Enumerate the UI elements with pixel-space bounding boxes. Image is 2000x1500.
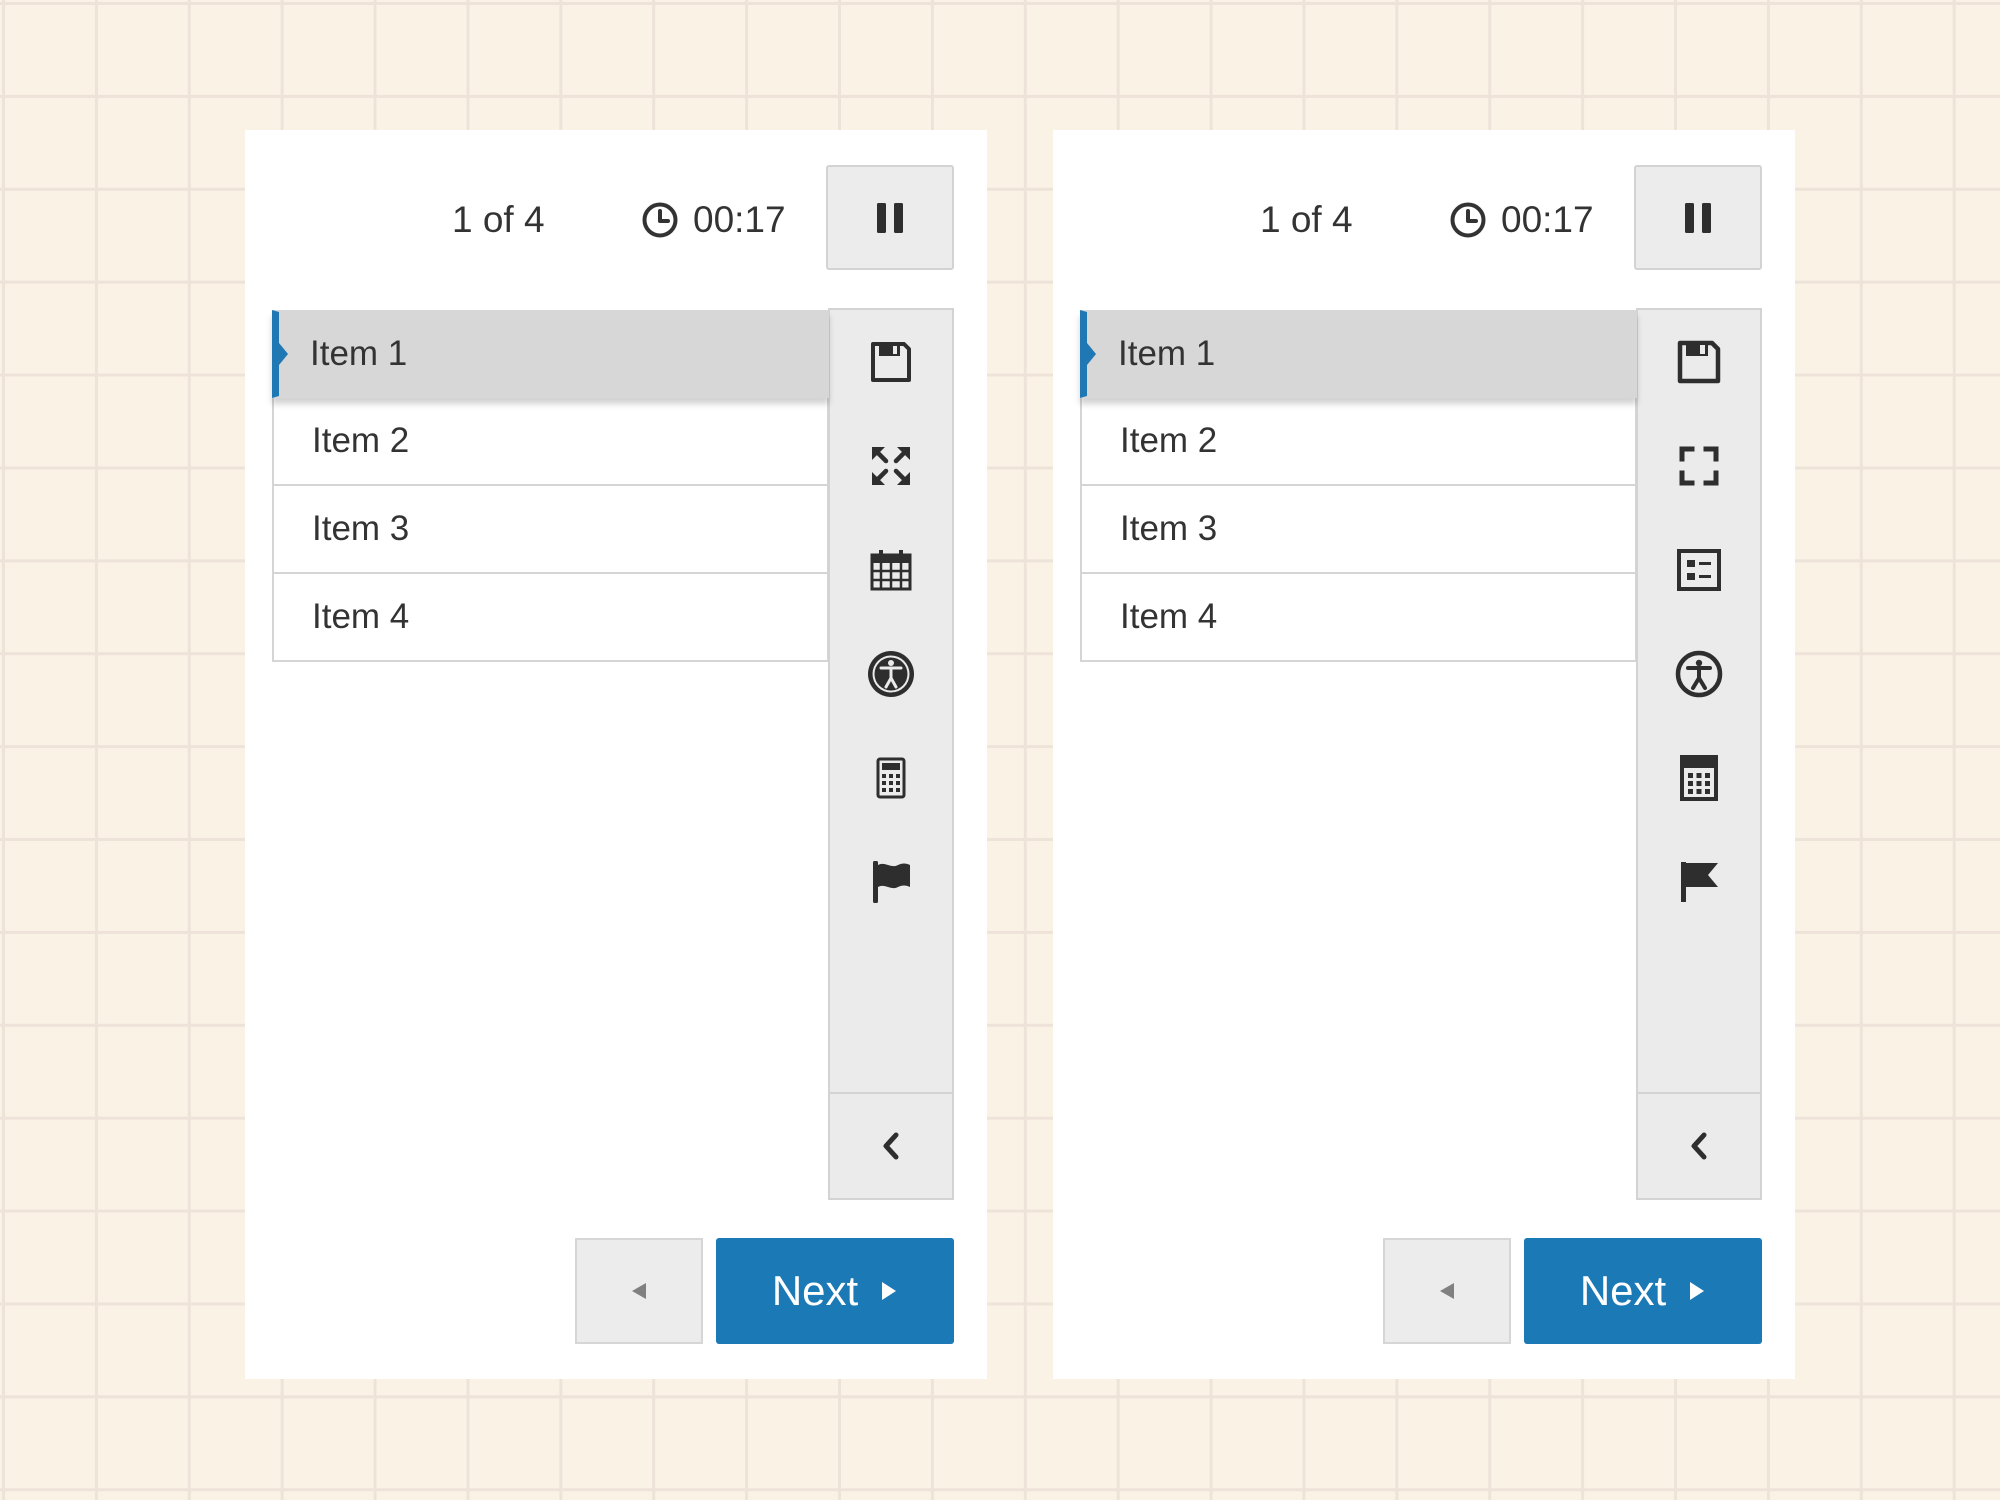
item-list: Item 1 Item 2 Item 3 Item 4 <box>1080 310 1637 662</box>
list-item-label: Item 1 <box>1118 334 1216 373</box>
timer: 00:17 <box>1449 198 1594 242</box>
tool-bar <box>828 308 954 1200</box>
clock-icon <box>642 202 678 238</box>
chevron-left-icon <box>1691 1132 1707 1160</box>
list-item-label: Item 3 <box>1120 509 1218 548</box>
flag-button[interactable] <box>1638 830 1760 934</box>
calculator-icon <box>876 757 906 799</box>
triangle-right-icon <box>882 1282 897 1300</box>
active-caret-icon <box>1087 343 1096 365</box>
triangle-left-icon <box>1440 1283 1454 1299</box>
fullscreen-icon <box>1679 446 1719 486</box>
list-item-1[interactable]: Item 1 <box>1080 310 1637 398</box>
next-button-label: Next <box>771 1267 859 1314</box>
accessibility-button[interactable] <box>1638 622 1760 726</box>
list-item-label: Item 4 <box>312 597 410 636</box>
flag-icon <box>1681 862 1718 902</box>
collapse-toolbar-button[interactable] <box>1638 1092 1760 1198</box>
question-position: 1 of 4 <box>1260 199 1353 240</box>
flag-button[interactable] <box>830 830 952 934</box>
clock-icon <box>1450 202 1486 238</box>
pause-button[interactable] <box>826 165 954 270</box>
list-item-label: Item 1 <box>310 334 408 373</box>
question-position: 1 of 4 <box>452 199 545 240</box>
accessibility-icon <box>868 651 914 697</box>
chevron-left-icon <box>883 1132 899 1160</box>
timer-value: 00:17 <box>1501 199 1594 240</box>
list-item-3[interactable]: Item 3 <box>1080 486 1637 574</box>
timer-value: 00:17 <box>693 199 786 240</box>
assessment-panel-right: 1 of 4 00:17 Item 1 Item 2 Item 3 Item 4 <box>1053 130 1795 1379</box>
active-caret-icon <box>279 343 288 365</box>
calculator-button[interactable] <box>1638 726 1760 830</box>
save-button[interactable] <box>830 310 952 414</box>
triangle-right-icon <box>1690 1282 1705 1300</box>
previous-button[interactable] <box>575 1238 703 1344</box>
list-item-4[interactable]: Item 4 <box>272 574 829 662</box>
flag-icon <box>873 861 910 903</box>
accessibility-button[interactable] <box>830 622 952 726</box>
expand-button[interactable] <box>830 414 952 518</box>
fullscreen-button[interactable] <box>1638 414 1760 518</box>
list-item-label: Item 2 <box>312 421 410 460</box>
timer: 00:17 <box>641 198 786 242</box>
tool-bar <box>1636 308 1762 1200</box>
item-list: Item 1 Item 2 Item 3 Item 4 <box>272 310 829 662</box>
next-button[interactable]: Next <box>716 1238 954 1344</box>
save-button[interactable] <box>1638 310 1760 414</box>
next-button[interactable]: Next <box>1524 1238 1762 1344</box>
accessibility-icon <box>1675 650 1723 698</box>
assessment-panel-left: 1 of 4 00:17 Item 1 Item 2 Item 3 Item 4 <box>245 130 987 1379</box>
checklist-icon <box>1677 549 1721 591</box>
collapse-toolbar-button[interactable] <box>830 1092 952 1198</box>
list-item-1[interactable]: Item 1 <box>272 310 829 398</box>
expand-arrows-icon <box>872 447 910 485</box>
pause-icon <box>877 202 903 233</box>
pause-button[interactable] <box>1634 165 1762 270</box>
list-item-label: Item 2 <box>1120 421 1218 460</box>
list-item-2[interactable]: Item 2 <box>272 398 829 486</box>
pause-icon <box>1685 202 1711 233</box>
calendar-button[interactable] <box>830 518 952 622</box>
list-item-label: Item 3 <box>312 509 410 548</box>
previous-button[interactable] <box>1383 1238 1511 1344</box>
triangle-left-icon <box>632 1283 646 1299</box>
checklist-button[interactable] <box>1638 518 1760 622</box>
save-icon <box>871 342 911 382</box>
calculator-icon <box>1680 755 1718 801</box>
list-item-3[interactable]: Item 3 <box>272 486 829 574</box>
calendar-icon <box>870 550 912 591</box>
list-item-4[interactable]: Item 4 <box>1080 574 1637 662</box>
next-button-label: Next <box>1579 1267 1667 1314</box>
save-icon <box>1677 340 1721 384</box>
list-item-label: Item 4 <box>1120 597 1218 636</box>
list-item-2[interactable]: Item 2 <box>1080 398 1637 486</box>
calculator-button[interactable] <box>830 726 952 830</box>
